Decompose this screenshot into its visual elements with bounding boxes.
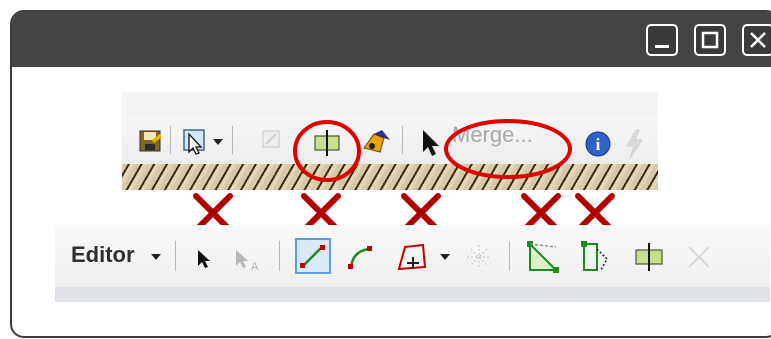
trace-tool-icon[interactable] [393, 239, 433, 275]
minimize-button[interactable] [646, 24, 678, 56]
save-edits-icon[interactable] [138, 128, 164, 154]
separator [175, 241, 176, 271]
separator [170, 126, 171, 154]
svg-text:A: A [251, 261, 259, 273]
lightning-icon [626, 129, 643, 159]
annotation-edit-icon: A [236, 250, 259, 273]
cut-polygons-icon[interactable] [579, 239, 617, 275]
editor-menu-label[interactable]: Editor [71, 242, 135, 268]
close-icon [750, 32, 766, 48]
endpoint-arc-icon[interactable] [345, 241, 377, 273]
separator [279, 241, 280, 271]
straight-segment-icon [300, 245, 325, 268]
maximize-icon [701, 31, 719, 49]
midpoint-tool-icon [467, 245, 491, 269]
svg-text:i: i [596, 135, 601, 154]
straight-segment-button[interactable] [295, 238, 331, 274]
edit-annotation-icon[interactable] [180, 126, 210, 156]
title-bar [12, 12, 771, 67]
map-area-fragment [55, 287, 770, 302]
toolbar-top-fragment [122, 92, 658, 117]
info-icon[interactable]: i [584, 130, 612, 158]
dropdown-arrow-icon[interactable] [439, 253, 451, 261]
editor-toolbar: Editor A [55, 225, 770, 302]
separator [509, 241, 510, 271]
highlight-circle-split [293, 120, 361, 182]
split-tool-icon[interactable] [633, 241, 665, 273]
rotate-tool-icon [688, 246, 710, 268]
reshape-feature-icon[interactable] [525, 239, 561, 275]
dropdown-arrow-icon[interactable] [212, 138, 224, 146]
maximize-button[interactable] [694, 24, 726, 56]
chevron-down-icon[interactable] [150, 253, 162, 261]
disabled-tool-icon [262, 130, 280, 148]
highlight-circle-merge [444, 119, 572, 179]
edit-tool-icon[interactable] [195, 247, 215, 271]
close-button[interactable] [742, 24, 771, 56]
separator [402, 126, 403, 154]
separator [232, 126, 233, 154]
minimize-icon [655, 45, 669, 48]
